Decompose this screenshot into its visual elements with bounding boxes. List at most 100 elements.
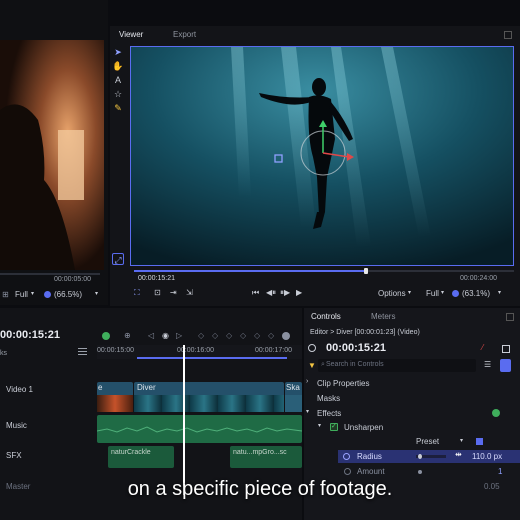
video-subtitle: on a specific piece of footage.	[127, 478, 393, 500]
radius-row[interactable]: Radius ⇹ 110.0 px	[338, 450, 520, 463]
chevron-right-icon[interactable]: ›	[306, 378, 308, 385]
chevron-down-icon: ▾	[408, 290, 412, 296]
keyframe-icon[interactable]: ◇	[254, 331, 260, 340]
add-track-icon[interactable]	[102, 332, 110, 340]
prev-marker-icon[interactable]: ◁	[148, 331, 154, 340]
filter-icon[interactable]: ▼	[308, 361, 316, 370]
clip-label: naturCrackle	[111, 449, 151, 456]
play-icon[interactable]: ▶	[296, 288, 302, 297]
viewer-panel: Viewer Export ➤ ✋ A ☆ ✎ ⤢ 00:00:15:21 00…	[110, 26, 520, 306]
next-marker-icon[interactable]: ▷	[176, 331, 182, 340]
timeline-ruler[interactable]: 00:00:15:00 00:00:16:00 00:00:17:00	[97, 345, 302, 359]
insert-icon[interactable]: ⇲	[186, 288, 193, 297]
clip-thumbnail	[285, 395, 302, 412]
zoom-icon	[452, 290, 459, 297]
keyframe-toggle-icon[interactable]	[343, 453, 350, 460]
clip-label: natu...mpGro...sc	[233, 449, 287, 456]
snap-icon[interactable]: ⊕	[124, 331, 131, 340]
sfx-clip-b[interactable]: natu...mpGro...sc	[230, 446, 302, 468]
viewer-zoom-select[interactable]: (63.1%)	[462, 289, 490, 298]
amount-slider-handle[interactable]	[418, 470, 422, 474]
video-clip-diver[interactable]: Diver	[134, 382, 284, 412]
track-label-video-1: Video 1	[6, 385, 33, 394]
tab-viewer[interactable]: Viewer	[114, 26, 148, 44]
chevron-down-icon: ▾	[31, 291, 35, 297]
viewer-quality-select[interactable]: Full	[426, 289, 439, 298]
add-effect-icon[interactable]	[492, 409, 500, 417]
keyframe-icon[interactable]: ◇	[198, 331, 204, 340]
chevron-down-icon[interactable]: ▾	[306, 408, 309, 415]
panel-menu-icon[interactable]	[504, 31, 512, 39]
options-menu[interactable]: Options	[378, 289, 406, 298]
preset-select[interactable]: Preset	[416, 437, 439, 446]
chevron-down-icon: ▾	[460, 438, 464, 444]
keyframe-icon[interactable]: ◇	[226, 331, 232, 340]
playhead[interactable]	[183, 345, 185, 495]
star-shape-icon[interactable]: ☆	[112, 88, 124, 100]
timeline-timecode: 00:00:15:21	[0, 329, 60, 341]
tab-meters[interactable]: Meters	[366, 308, 400, 326]
pencil-icon[interactable]: ✎	[112, 102, 124, 114]
hand-icon[interactable]: ✋	[112, 60, 124, 72]
crop-icon[interactable]: ⊡	[154, 288, 161, 297]
zoom-timeline-icon[interactable]	[282, 332, 290, 340]
radius-slider-handle[interactable]	[418, 454, 422, 459]
text-tool-icon[interactable]: A	[112, 74, 124, 86]
left-viewer-image	[0, 40, 104, 270]
chevron-down-icon[interactable]: ▾	[318, 422, 321, 429]
reset-icon[interactable]: ⁄	[482, 343, 483, 352]
hamburger-menu-icon[interactable]	[78, 348, 87, 355]
video-clip-right[interactable]: Ska	[285, 382, 302, 412]
viewer-controls: ⛶ ⊡ ⇥ ⇲ ⏮ ◀⏸ ⏸▶ ▶ Options ▾ Full ▾ (63.1…	[134, 288, 514, 302]
left-viewer-timecode: 00:00:05:00	[54, 276, 91, 283]
target-icon[interactable]: ◉	[162, 331, 169, 340]
masks-section[interactable]: Masks	[317, 394, 340, 403]
video-clip-left[interactable]: e	[97, 382, 133, 412]
fit-icon[interactable]: ⛶	[134, 288, 140, 298]
list-view-icon[interactable]: ☰	[484, 360, 491, 369]
clip-label: Ska	[286, 383, 300, 392]
chevron-down-icon: ▾	[95, 291, 99, 297]
step-back-icon[interactable]: ◀⏸	[266, 288, 276, 298]
search-input[interactable]: ⌕ Search in Controls	[318, 359, 476, 372]
amount-value[interactable]: 1	[498, 467, 502, 476]
save-preset-icon[interactable]	[476, 438, 483, 445]
sfx-clip-a[interactable]: naturCrackle	[108, 446, 174, 468]
go-to-start-icon[interactable]: ⏮	[252, 288, 259, 298]
select-arrow-icon[interactable]: ➤	[112, 46, 124, 58]
effects-section[interactable]: Effects	[317, 409, 341, 418]
grid-view-icon[interactable]	[500, 359, 511, 372]
export-frame-icon[interactable]: ⇥	[170, 288, 177, 297]
left-viewer-scrub-bar[interactable]	[0, 273, 100, 275]
radius-label: Radius	[357, 452, 382, 461]
radius-value[interactable]: 110.0 px	[472, 452, 502, 461]
radius-slider-track[interactable]	[416, 454, 446, 459]
keyframe-icon[interactable]: ◇	[268, 331, 274, 340]
clock-icon	[308, 344, 316, 352]
left-viewer-zoom-select[interactable]: (66.5%)	[54, 290, 82, 299]
left-viewer-quality-select[interactable]: Full	[15, 290, 28, 299]
keyframe-toggle-icon[interactable]	[344, 468, 351, 475]
clip-thumbnail	[134, 395, 284, 412]
tab-controls[interactable]: Controls	[306, 308, 346, 326]
ruler-tick-label: 00:00:17:00	[255, 347, 292, 354]
left-viewer-icon[interactable]: ⊞	[2, 290, 9, 299]
tab-export[interactable]: Export	[168, 26, 201, 44]
viewer-toolbar: ➤ ✋ A ☆ ✎ ⤢	[112, 44, 128, 269]
transform-icon[interactable]: ⤢	[112, 253, 124, 265]
viewer-progress-handle[interactable]	[364, 268, 368, 274]
music-clip[interactable]	[96, 415, 303, 443]
unsharpen-enable-checkbox[interactable]	[330, 422, 338, 431]
step-forward-icon[interactable]: ⏸▶	[280, 288, 290, 298]
panel-menu-icon[interactable]	[506, 313, 514, 321]
track-label-music: Music	[6, 421, 27, 430]
drag-adjust-icon[interactable]: ⇹	[455, 450, 462, 459]
clip-properties-section[interactable]: Clip Properties	[317, 379, 369, 388]
keyframe-icon[interactable]: ◇	[240, 331, 246, 340]
keyframe-icon[interactable]: ◇	[212, 331, 218, 340]
person-silhouette-image	[0, 40, 104, 270]
layout-icon[interactable]	[502, 345, 510, 353]
viewer-progress-track[interactable]	[134, 268, 514, 274]
controls-timecode: 00:00:15:21	[326, 342, 386, 354]
viewer-canvas[interactable]	[130, 46, 514, 266]
